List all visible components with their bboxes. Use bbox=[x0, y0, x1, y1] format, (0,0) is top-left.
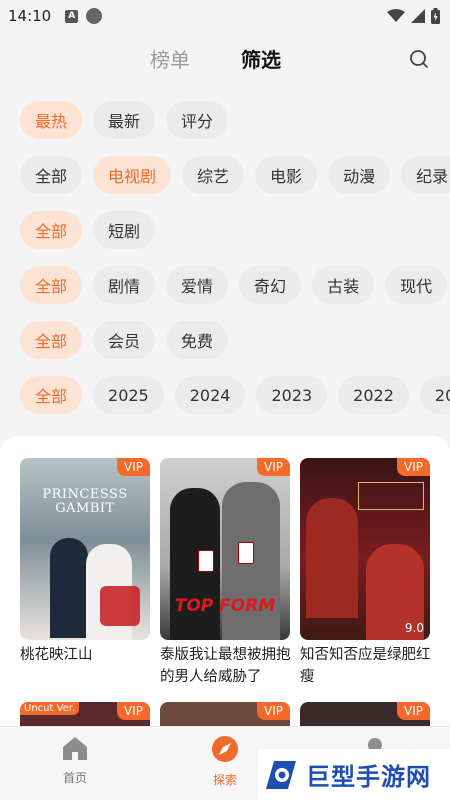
signal-icon bbox=[411, 9, 425, 23]
playing-card-icon bbox=[198, 550, 214, 572]
playing-card-icon bbox=[238, 542, 254, 564]
chip-genre-modern[interactable]: 现代 bbox=[385, 266, 448, 304]
poster-dress-accent bbox=[100, 586, 140, 626]
chip-pay-vip[interactable]: 会员 bbox=[93, 321, 156, 359]
results-panel: PRINCESSS GAMBIT VIP 桃花映江山 TOP FORM VIP … bbox=[0, 436, 450, 742]
nav-explore-label: 探索 bbox=[212, 773, 237, 787]
chip-length-all[interactable]: 全部 bbox=[20, 211, 83, 249]
chip-genre-all[interactable]: 全部 bbox=[20, 266, 83, 304]
chip-category-movie[interactable]: 电影 bbox=[255, 156, 318, 194]
card-title-2[interactable]: 泰版我让最想被拥抱的男人给威胁了 bbox=[160, 644, 292, 688]
chip-category-all[interactable]: 全部 bbox=[20, 156, 83, 194]
filter-row-sort: 最热 最新 评分 bbox=[20, 101, 229, 139]
vip-badge: VIP bbox=[257, 702, 290, 720]
chip-year-2022[interactable]: 2022 bbox=[338, 376, 409, 414]
chip-year-2025[interactable]: 2025 bbox=[93, 376, 164, 414]
vip-badge: VIP bbox=[397, 702, 430, 720]
chip-category-anime[interactable]: 动漫 bbox=[328, 156, 391, 194]
battery-icon bbox=[431, 8, 440, 24]
chip-year-2023[interactable]: 2023 bbox=[256, 376, 328, 414]
chip-year-all[interactable]: 全部 bbox=[20, 376, 83, 414]
watermark-logo-icon bbox=[266, 760, 296, 789]
top-tab-bar: 榜单 筛选 bbox=[0, 44, 450, 78]
filter-row-pay: 全部 会员 免费 bbox=[20, 321, 229, 359]
filter-row-category: 全部 电视剧 综艺 电影 动漫 纪录 bbox=[20, 156, 450, 194]
poster-figure bbox=[306, 498, 358, 618]
notification-dot-icon bbox=[86, 8, 103, 24]
poster-card-3[interactable]: VIP 9.0 bbox=[300, 458, 430, 640]
chip-sort-hot[interactable]: 最热 bbox=[20, 101, 83, 139]
chip-year-2024[interactable]: 2024 bbox=[174, 376, 246, 414]
filter-row-year: 全部 2025 2024 2023 2022 20 bbox=[20, 376, 450, 414]
chip-pay-all[interactable]: 全部 bbox=[20, 321, 83, 359]
uncut-tag: Uncut Ver. bbox=[20, 702, 80, 715]
chip-genre-romance[interactable]: 爱情 bbox=[166, 266, 229, 304]
vip-badge: VIP bbox=[397, 458, 430, 476]
poster-card-1[interactable]: PRINCESSS GAMBIT VIP bbox=[20, 458, 150, 640]
tab-rank[interactable]: 榜单 bbox=[150, 44, 190, 73]
chip-pay-free[interactable]: 免费 bbox=[166, 321, 229, 359]
nav-explore[interactable]: 探索 bbox=[195, 735, 255, 788]
poster-title-text: PRINCESSS GAMBIT bbox=[42, 487, 128, 516]
status-bar: 14:10 A bbox=[0, 0, 450, 32]
chip-length-short[interactable]: 短剧 bbox=[93, 211, 156, 249]
vip-badge: VIP bbox=[117, 702, 150, 720]
chip-category-tv[interactable]: 电视剧 bbox=[93, 156, 172, 194]
tab-filter[interactable]: 筛选 bbox=[241, 44, 281, 73]
search-icon[interactable] bbox=[408, 48, 430, 70]
compass-icon bbox=[212, 736, 238, 762]
chip-genre-drama[interactable]: 剧情 bbox=[93, 266, 156, 304]
chip-genre-costume[interactable]: 古装 bbox=[312, 266, 375, 304]
status-time: 14:10 bbox=[8, 7, 52, 25]
filter-row-length: 全部 短剧 bbox=[20, 211, 156, 249]
chip-year-more[interactable]: 20 bbox=[419, 376, 450, 414]
poster-title-plate bbox=[358, 482, 424, 510]
card-title-1[interactable]: 桃花映江山 bbox=[20, 644, 152, 666]
home-icon bbox=[63, 737, 87, 760]
watermark-text: 巨型手游网 bbox=[306, 763, 431, 791]
filter-row-genre: 全部 剧情 爱情 奇幻 古装 现代 bbox=[20, 266, 448, 304]
notification-app-icon: A bbox=[65, 9, 79, 23]
poster-figure bbox=[50, 538, 88, 638]
card-title-3[interactable]: 知否知否应是绿肥红瘦 bbox=[300, 644, 432, 688]
chip-category-variety[interactable]: 综艺 bbox=[182, 156, 245, 194]
chip-category-documentary[interactable]: 纪录 bbox=[401, 156, 450, 194]
chip-sort-new[interactable]: 最新 bbox=[93, 101, 156, 139]
poster-card-2[interactable]: TOP FORM VIP bbox=[160, 458, 290, 640]
vip-badge: VIP bbox=[257, 458, 290, 476]
nav-home[interactable]: 首页 bbox=[45, 735, 105, 786]
chip-genre-fantasy[interactable]: 奇幻 bbox=[239, 266, 302, 304]
nav-home-label: 首页 bbox=[62, 771, 87, 785]
vip-badge: VIP bbox=[117, 458, 150, 476]
wifi-icon bbox=[387, 9, 405, 22]
rating-score: 9.0 bbox=[404, 621, 424, 635]
watermark: 巨型手游网 bbox=[258, 749, 450, 800]
poster-title-text: TOP FORM bbox=[174, 596, 276, 616]
chip-sort-rating[interactable]: 评分 bbox=[166, 101, 229, 139]
